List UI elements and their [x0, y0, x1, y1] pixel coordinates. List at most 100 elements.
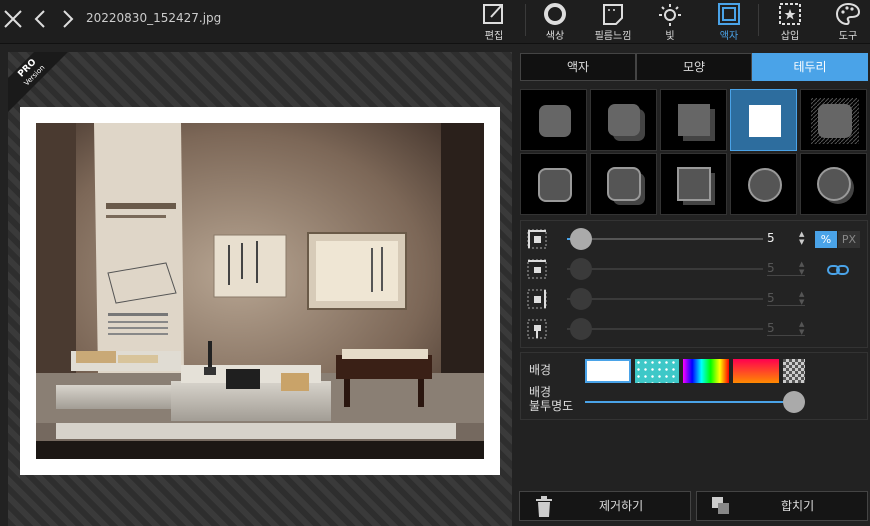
image-canvas[interactable]: PRO Version: [8, 52, 512, 526]
border-all-value[interactable]: 5: [767, 231, 797, 245]
border-bottom-stepper[interactable]: ▲ ▼: [799, 320, 804, 336]
background-white-swatch[interactable]: [585, 359, 631, 383]
border-style-square-shadow[interactable]: [660, 89, 727, 151]
background-dots-swatch[interactable]: [635, 359, 679, 383]
photo-preview: [36, 123, 484, 459]
insert-icon: [779, 3, 801, 25]
merge-button-label: 합치기: [781, 499, 815, 513]
toolbar-divider: [525, 4, 526, 36]
tool-insert[interactable]: 삽입: [768, 0, 812, 44]
tool-light[interactable]: 빛: [648, 0, 692, 44]
previous-image-button[interactable]: [30, 8, 52, 30]
border-style-rounded-outline-shadow[interactable]: [590, 153, 657, 215]
museum-display-photo: [36, 123, 484, 459]
border-side-stepper[interactable]: ▲ ▼: [799, 290, 804, 306]
film-icon: [603, 4, 623, 25]
tool-edit-label: 편집: [484, 31, 504, 42]
frame-options-panel: 액자 모양 테두리 5 ▲ ▼ % PX 5 ▲ ▼ 5 ▲ ▼ 5 ▲ ▼ 배…: [518, 52, 870, 526]
tool-tools[interactable]: 도구: [826, 0, 870, 44]
border-style-square-white[interactable]: [730, 89, 797, 151]
square-shadow-icon: [678, 104, 715, 141]
rounded-square-icon: [539, 105, 571, 137]
border-top-slider-knob[interactable]: [570, 258, 592, 280]
circle-shadow-icon: [817, 167, 854, 204]
unit-px-button[interactable]: PX: [838, 231, 860, 248]
background-transparent-swatch[interactable]: [783, 359, 805, 383]
border-all-slider-knob[interactable]: [570, 228, 592, 250]
border-style-grid: [520, 89, 870, 215]
border-all-slider[interactable]: [567, 238, 763, 240]
chevron-left-icon: [34, 10, 45, 28]
palette-icon: [835, 2, 861, 26]
tab-frame[interactable]: 액자: [520, 53, 636, 81]
border-style-circle-shadow[interactable]: [800, 153, 867, 215]
circle-icon: [748, 168, 782, 202]
close-button[interactable]: [2, 8, 24, 30]
tool-color[interactable]: 색상: [533, 0, 577, 44]
background-gradient-swatch[interactable]: [733, 359, 779, 383]
frame-icon: [718, 3, 740, 25]
border-style-rounded-square[interactable]: [520, 89, 587, 151]
border-side-slider-knob[interactable]: [570, 288, 592, 310]
unit-percent-button[interactable]: %: [815, 231, 837, 248]
border-side-row: 5 ▲ ▼: [527, 287, 863, 311]
tool-frame[interactable]: 액자: [707, 0, 751, 44]
tool-insert-label: 삽입: [780, 31, 800, 42]
framed-photo: [20, 107, 500, 475]
border-right-icon: [527, 289, 547, 309]
border-top-icon: [527, 259, 547, 279]
background-opacity-slider[interactable]: [585, 401, 793, 403]
border-all-row: 5 ▲ ▼: [527, 227, 863, 251]
color-icon: [544, 3, 566, 25]
toolbar-divider: [758, 4, 759, 36]
textured-square-icon: [811, 98, 859, 144]
rounded-outline-icon: [538, 168, 572, 202]
border-top-row: 5 ▲ ▼: [527, 257, 863, 281]
background-controls: 배경 배경 불투명도: [520, 352, 868, 420]
file-name: 20220830_152427.jpg: [86, 11, 222, 25]
border-style-textured[interactable]: [800, 89, 867, 151]
border-bottom-slider-knob[interactable]: [570, 318, 592, 340]
opacity-label-line1: 배경: [529, 385, 552, 399]
border-top-slider[interactable]: [567, 268, 763, 270]
background-label: 배경: [529, 363, 552, 377]
tool-light-label: 빛: [665, 31, 675, 42]
border-all-stepper[interactable]: ▲ ▼: [799, 230, 804, 246]
background-opacity-label: 배경 불투명도: [529, 385, 573, 413]
tool-edit[interactable]: 편집: [472, 0, 516, 44]
trash-icon: [536, 496, 552, 517]
background-opacity-knob[interactable]: [783, 391, 805, 413]
close-icon: [4, 10, 22, 28]
rounded-shadow-icon: [608, 104, 645, 141]
border-size-controls: 5 ▲ ▼ % PX 5 ▲ ▼ 5 ▲ ▼ 5 ▲ ▼: [520, 220, 868, 348]
tool-film[interactable]: 필름느낌: [590, 0, 636, 44]
opacity-label-line2: 불투명도: [529, 399, 574, 413]
next-image-button[interactable]: [56, 8, 78, 30]
border-bottom-icon: [527, 319, 547, 339]
top-toolbar: 20220830_152427.jpg 편집 색상 필름느낌 빛 액자 삽입 도…: [0, 0, 870, 44]
tool-tools-label: 도구: [838, 31, 858, 42]
border-side-slider[interactable]: [567, 298, 763, 300]
merge-icon: [712, 497, 729, 514]
border-style-square-outline-shadow[interactable]: [660, 153, 727, 215]
border-style-rounded-outline[interactable]: [520, 153, 587, 215]
white-square-icon: [749, 105, 781, 137]
background-rainbow-swatch[interactable]: [683, 359, 729, 383]
tool-color-label: 색상: [545, 31, 565, 42]
border-style-circle[interactable]: [730, 153, 797, 215]
tool-film-label: 필름느낌: [594, 31, 632, 42]
border-bottom-row: 5 ▲ ▼: [527, 317, 863, 341]
tab-shape[interactable]: 모양: [636, 53, 752, 81]
link-icon[interactable]: [827, 263, 849, 277]
border-style-rounded-shadow[interactable]: [590, 89, 657, 151]
border-bottom-slider[interactable]: [567, 328, 763, 330]
remove-button[interactable]: 제거하기: [519, 491, 691, 521]
border-all-icon: [527, 229, 547, 249]
square-outline-shadow-icon: [677, 167, 715, 205]
border-top-stepper[interactable]: ▲ ▼: [799, 260, 804, 276]
tool-frame-label: 액자: [719, 31, 739, 42]
tab-border[interactable]: 테두리: [752, 53, 868, 81]
light-icon: [659, 4, 681, 26]
merge-button[interactable]: 합치기: [696, 491, 868, 521]
frame-tabs: 액자 모양 테두리: [520, 53, 868, 81]
